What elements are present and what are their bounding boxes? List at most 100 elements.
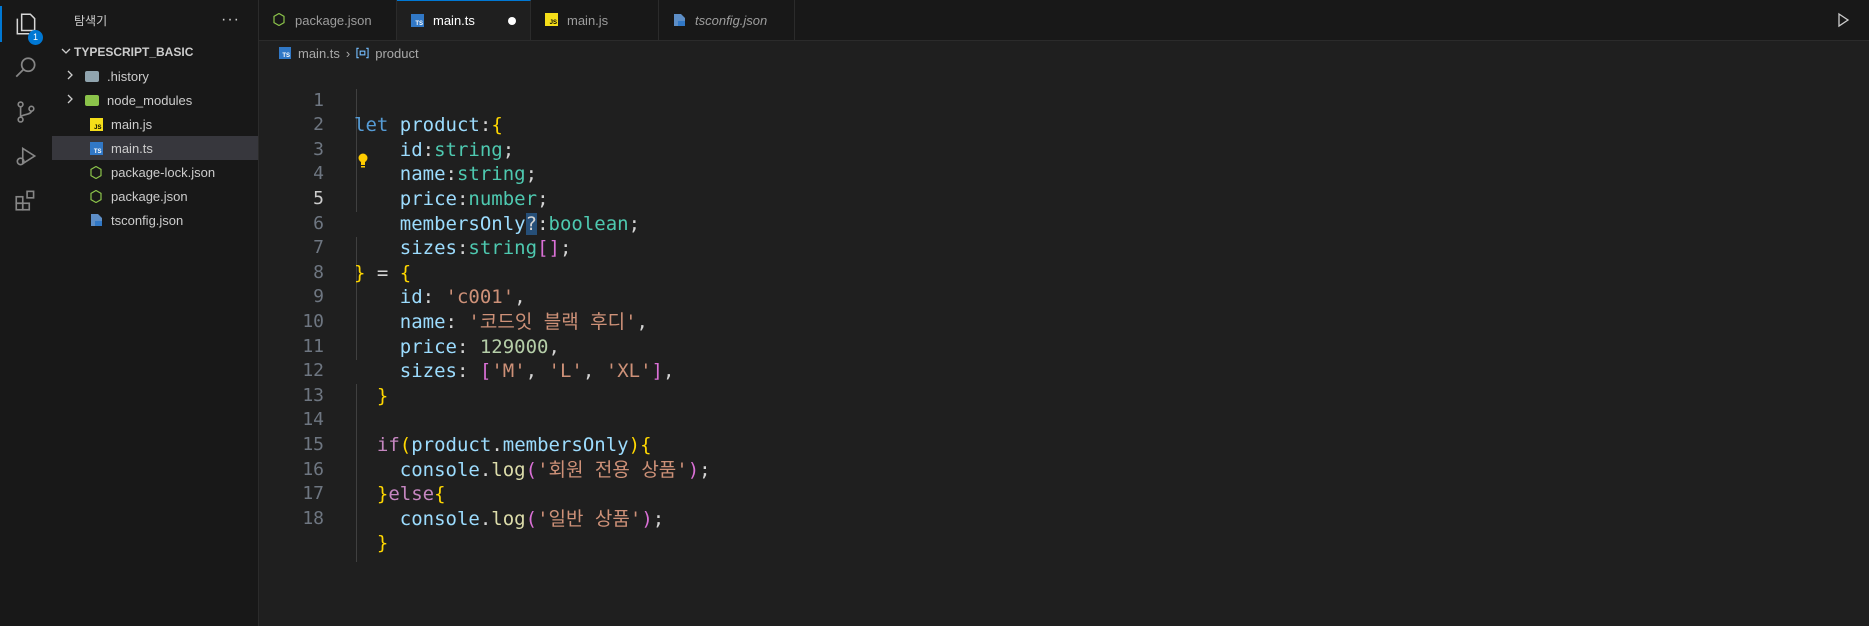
code-line: 18 } — [259, 482, 388, 555]
code-token: string — [468, 237, 538, 260]
tree-item-label: package-lock.json — [111, 164, 216, 180]
code-token: 129000 — [479, 335, 549, 358]
code-token: : — [537, 212, 549, 235]
code-token: sizes — [399, 237, 457, 260]
nodejs-file-icon — [88, 188, 104, 204]
code-token: product — [399, 114, 480, 137]
search-icon[interactable] — [0, 44, 52, 92]
code-token: 'c001' — [445, 286, 515, 309]
project-folder[interactable]: TYPESCRIPT_BASIC — [52, 40, 258, 64]
code-token: : — [445, 163, 457, 186]
code-token: ) — [628, 433, 641, 456]
code-token: . — [479, 458, 492, 481]
line-number: 18 — [302, 507, 324, 529]
breadcrumb: TS main.ts › product — [279, 43, 419, 63]
source-control-icon[interactable] — [0, 88, 52, 136]
tab-main-ts[interactable]: TS main.ts — [397, 0, 531, 40]
code-line: 17 console.log('일반 상품'); — [259, 458, 664, 530]
more-actions-button[interactable]: ··· — [221, 11, 240, 29]
code-token: price — [399, 335, 457, 358]
tree-item-main-ts[interactable]: TS main.ts — [52, 136, 258, 160]
code-token: ( — [399, 433, 412, 456]
code-token: , — [582, 360, 606, 383]
code-token: number — [468, 187, 538, 210]
tree-item-node-modules[interactable]: node_modules — [52, 88, 258, 112]
tree-item-label: main.js — [111, 116, 153, 132]
tab-main-js[interactable]: JS main.js — [531, 0, 659, 40]
code-token: { — [434, 483, 446, 506]
breadcrumb-file[interactable]: main.ts — [298, 46, 340, 61]
explorer-icon[interactable]: 1 — [0, 0, 52, 48]
code-token: . — [479, 507, 492, 530]
code-token: membersOnly — [502, 433, 629, 456]
tree-item-label: tsconfig.json — [111, 212, 184, 228]
code-token: ( — [525, 458, 538, 481]
code-line: 3 name:string; — [259, 113, 537, 186]
code-token: } — [354, 261, 366, 284]
code-token: log — [491, 458, 526, 481]
code-token: 'L' — [548, 360, 583, 383]
tab-label: main.ts — [433, 13, 475, 28]
code-token: , — [662, 360, 675, 383]
chevron-right-icon — [62, 94, 78, 107]
code-token: id — [399, 138, 423, 161]
code-line: 12 } — [259, 335, 388, 407]
tab-package-json[interactable]: package.json — [259, 0, 397, 40]
code-token: } — [376, 532, 389, 555]
code-line: 11 sizes: ['M', 'L', 'XL'], — [259, 310, 674, 383]
tree-item-label: main.ts — [111, 140, 153, 156]
code-token: { — [491, 114, 503, 137]
tree-item-main-js[interactable]: JS main.js — [52, 112, 258, 136]
breadcrumb-symbol[interactable]: product — [375, 46, 418, 61]
code-token: console — [399, 458, 480, 481]
code-token: let — [354, 114, 389, 137]
code-token: ( — [525, 507, 538, 530]
code-token: , — [514, 286, 526, 309]
code-token: } — [376, 483, 389, 506]
typescript-file-icon: TS — [88, 140, 104, 156]
variable-icon — [356, 47, 369, 60]
code-line: 13 — [259, 359, 324, 406]
tsconfig-file-icon — [88, 212, 104, 228]
editor-tab-bar: package.json TS main.ts JS main.js tscon… — [259, 0, 1869, 41]
explorer-header: 탐색기 ··· — [52, 0, 258, 40]
code-token: id — [399, 286, 423, 309]
node-folder-icon — [84, 92, 100, 108]
code-token: } — [376, 384, 389, 407]
javascript-file-icon: JS — [545, 13, 559, 27]
extensions-icon[interactable] — [0, 176, 52, 224]
tree-item-package-lock[interactable]: package-lock.json — [52, 160, 258, 184]
tree-item-package-json[interactable]: package.json — [52, 184, 258, 208]
code-token: { — [399, 261, 412, 284]
code-token: console — [399, 507, 480, 530]
code-token: : — [456, 335, 480, 358]
code-token: , — [548, 335, 560, 358]
code-token: ; — [699, 458, 711, 481]
code-token: : — [456, 187, 469, 210]
project-name: TYPESCRIPT_BASIC — [74, 45, 194, 59]
code-token: '회원 전용 상품' — [537, 458, 688, 481]
typescript-file-icon: TS — [279, 46, 292, 60]
code-token: name — [399, 163, 446, 186]
code-token: ] — [651, 360, 663, 383]
code-token: if — [376, 433, 400, 456]
code-token: ; — [559, 237, 572, 260]
code-token: else — [388, 483, 435, 506]
run-icon[interactable] — [1835, 12, 1851, 28]
code-token: ; — [525, 163, 538, 186]
code-token: : — [422, 286, 446, 309]
unsaved-dot-icon[interactable] — [508, 16, 516, 25]
tab-tsconfig[interactable]: tsconfig.json — [659, 0, 795, 40]
javascript-file-icon: JS — [88, 116, 104, 132]
tree-item-tsconfig[interactable]: tsconfig.json — [52, 208, 258, 232]
code-token: 'XL' — [605, 360, 652, 383]
chevron-down-icon — [58, 46, 74, 59]
tree-item-history[interactable]: .history — [52, 64, 258, 88]
code-line: 7 } = { — [259, 212, 411, 284]
code-token: ; — [502, 138, 515, 161]
code-token: , — [525, 360, 549, 383]
run-debug-icon[interactable] — [0, 132, 52, 180]
code-token: . — [491, 433, 503, 456]
code-editor[interactable]: 1 let product:{ 2 id:string; 3 name:stri… — [259, 64, 1869, 626]
code-line: 9 name: '코드잇 블랙 후디', — [259, 261, 648, 333]
